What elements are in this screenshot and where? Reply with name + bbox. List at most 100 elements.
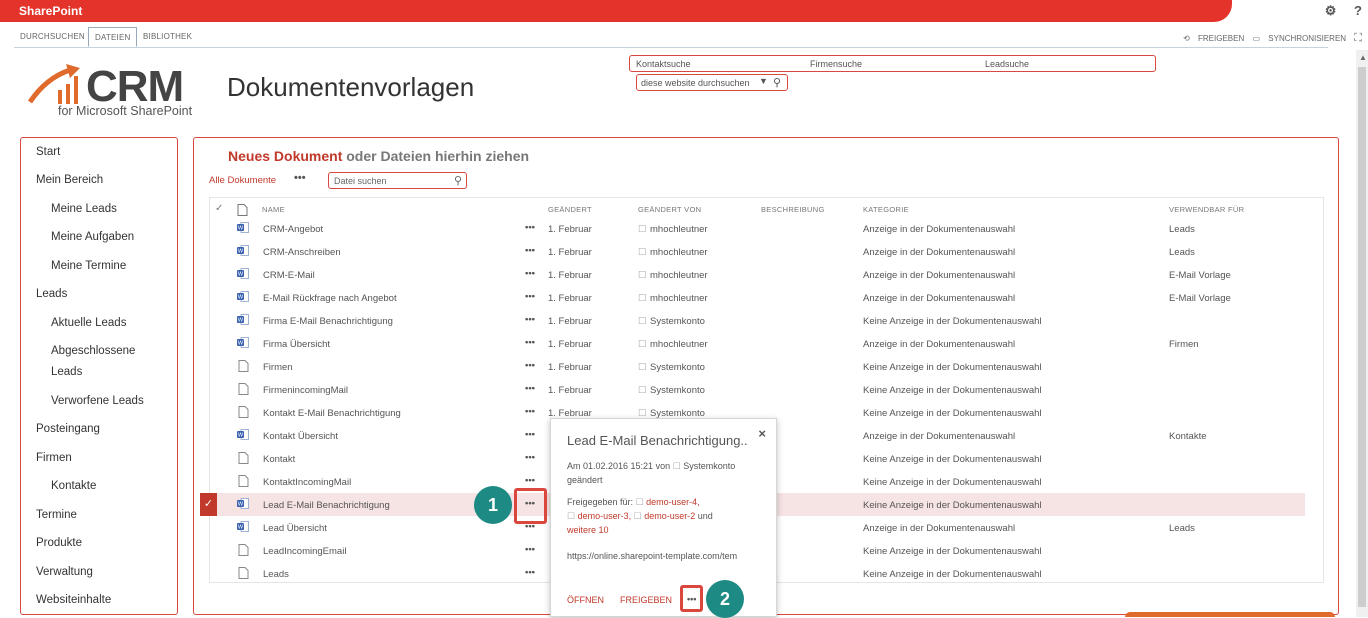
table-row[interactable]: W CRM-Angebot ••• 1. Februar ☐ mhochleutner An…	[210, 217, 1320, 240]
col-usable-for[interactable]: VERWENDBAR FÜR	[1169, 205, 1244, 214]
nav-firmen[interactable]: Firmen	[36, 448, 174, 469]
table-row[interactable]: FirmenincomingMail ••• 1. Februar ☐ Systemko…	[210, 378, 1320, 401]
row-menu-button[interactable]: •••	[525, 475, 535, 486]
nav-aktuelle-leads[interactable]: Aktuelle Leads	[51, 313, 189, 334]
gear-icon[interactable]: ⚙	[1325, 3, 1337, 18]
row-checkbox-checked[interactable]: ✓	[200, 493, 217, 516]
focus-icon[interactable]: ⛶	[1354, 32, 1362, 44]
row-menu-button[interactable]: •••	[525, 383, 535, 394]
file-search-input[interactable]: Datei suchen ⚲	[328, 172, 467, 189]
nav-abgeschlossene-leads[interactable]: Abgeschlossene Leads	[51, 341, 151, 382]
new-document-link[interactable]: Neues Dokument	[228, 148, 342, 164]
nav-termine[interactable]: Termine	[36, 505, 174, 526]
shared-user-3[interactable]: demo-user-3,	[578, 511, 632, 521]
row-menu-button[interactable]: •••	[525, 314, 535, 325]
row-name[interactable]: Firma E-Mail Benachrichtigung	[263, 316, 393, 327]
nav-produkte[interactable]: Produkte	[36, 533, 174, 554]
col-modified[interactable]: GEÄNDERT	[548, 205, 592, 214]
scroll-up-icon[interactable]: ▲	[1359, 53, 1367, 62]
view-more-button[interactable]: •••	[294, 172, 306, 184]
nav-posteingang[interactable]: Posteingang	[36, 419, 174, 440]
shared-user-4[interactable]: demo-user-4,	[646, 497, 700, 507]
contact-search[interactable]: Kontaktsuche	[636, 59, 691, 69]
tab-dateien[interactable]: DATEIEN	[88, 27, 138, 47]
col-category[interactable]: KATEGORIE	[863, 205, 909, 214]
lead-search[interactable]: Leadsuche	[985, 59, 1029, 69]
shared-user-2[interactable]: demo-user-2	[644, 511, 695, 521]
row-name[interactable]: Kontakt Übersicht	[263, 431, 338, 442]
select-all-checkbox[interactable]: ✓	[215, 203, 224, 214]
nav-leads[interactable]: Leads	[36, 284, 174, 305]
row-modified-by[interactable]: mhochleutner	[650, 247, 708, 258]
search-icon[interactable]: ⚲	[773, 76, 781, 89]
page-scrollbar[interactable]: ▲	[1356, 50, 1368, 617]
row-menu-button[interactable]: •••	[525, 406, 535, 417]
row-name[interactable]: Lead Übersicht	[263, 523, 327, 534]
row-name[interactable]: Firmen	[263, 362, 293, 373]
nav-kontakte[interactable]: Kontakte	[51, 476, 189, 497]
callout-url[interactable]: https://online.sharepoint-template.com/t…	[567, 549, 772, 563]
nav-verwaltung[interactable]: Verwaltung	[36, 562, 174, 583]
callout-share-button[interactable]: FREIGEBEN	[620, 595, 672, 605]
search-icon[interactable]: ⚲	[454, 174, 462, 187]
row-menu-button[interactable]: •••	[525, 452, 535, 463]
row-menu-button[interactable]: •••	[525, 245, 535, 256]
col-name[interactable]: NAME	[262, 205, 285, 214]
close-icon[interactable]: ×	[758, 426, 766, 441]
col-description[interactable]: BESCHREIBUNG	[761, 205, 825, 214]
crm-logo[interactable]: CRM for Microsoft SharePoint	[26, 62, 196, 122]
share-action[interactable]: FREIGEBEN	[1198, 34, 1244, 43]
crm-search-bar[interactable]: Kontaktsuche Firmensuche Leadsuche	[629, 55, 1156, 72]
sync-icon[interactable]: ▭	[1252, 34, 1260, 43]
row-name[interactable]: CRM-Anschreiben	[263, 247, 341, 258]
row-modified-by[interactable]: Systemkonto	[650, 385, 705, 396]
nav-meine-termine[interactable]: Meine Termine	[51, 256, 189, 277]
callout-open-button[interactable]: ÖFFNEN	[567, 595, 604, 605]
callout-user[interactable]: Systemkonto	[683, 461, 735, 471]
table-row[interactable]: Firmen ••• 1. Februar ☐ Systemkonto Keine Anz…	[210, 355, 1320, 378]
row-menu-button[interactable]: •••	[525, 429, 535, 440]
table-row[interactable]: W CRM-Anschreiben ••• 1. Februar ☐ mhochleutn…	[210, 240, 1320, 263]
row-name[interactable]: Kontakt E-Mail Benachrichtigung	[263, 408, 401, 419]
scrollbar-thumb[interactable]	[1358, 67, 1366, 607]
row-name[interactable]: Kontakt	[263, 454, 295, 465]
row-name[interactable]: FirmenincomingMail	[263, 385, 348, 396]
row-name[interactable]: LeadIncomingEmail	[263, 546, 346, 557]
site-search-input[interactable]: diese website durchsuchen ▼ ⚲	[636, 74, 788, 91]
row-modified-by[interactable]: Systemkonto	[650, 316, 705, 327]
help-icon[interactable]: ?	[1354, 3, 1362, 18]
table-row[interactable]: W Firma E-Mail Benachrichtigung ••• 1. Febr…	[210, 309, 1320, 332]
table-row[interactable]: W CRM-E-Mail ••• 1. Februar ☐ mhochleutner Anz…	[210, 263, 1320, 286]
row-name[interactable]: CRM-E-Mail	[263, 270, 315, 281]
nav-start[interactable]: Start	[36, 142, 174, 163]
row-name[interactable]: KontaktIncomingMail	[263, 477, 351, 488]
row-modified-by[interactable]: Systemkonto	[650, 362, 705, 373]
app-title[interactable]: SharePoint	[19, 4, 82, 18]
row-name[interactable]: Lead E-Mail Benachrichtigung	[263, 500, 390, 511]
row-modified-by[interactable]: mhochleutner	[650, 224, 708, 235]
chevron-down-icon[interactable]: ▼	[759, 76, 768, 86]
tab-durchsuchen[interactable]: DURCHSUCHEN	[14, 27, 91, 47]
nav-verworfene-leads[interactable]: Verworfene Leads	[51, 391, 189, 412]
row-name[interactable]: CRM-Angebot	[263, 224, 323, 235]
row-menu-button[interactable]: •••	[525, 360, 535, 371]
nav-websiteinhalte[interactable]: Websiteinhalte	[36, 590, 174, 611]
shared-more[interactable]: weitere 10	[567, 525, 609, 535]
nav-mein-bereich[interactable]: Mein Bereich	[36, 170, 174, 191]
table-row[interactable]: W E-Mail Rückfrage nach Angebot ••• 1. Febr…	[210, 286, 1320, 309]
company-search[interactable]: Firmensuche	[810, 59, 862, 69]
table-row[interactable]: W Firma Übersicht ••• 1. Februar ☐ mhochleutn…	[210, 332, 1320, 355]
row-modified-by[interactable]: mhochleutner	[650, 293, 708, 304]
row-modified-by[interactable]: mhochleutner	[650, 270, 708, 281]
row-menu-button[interactable]: •••	[525, 268, 535, 279]
row-name[interactable]: Firma Übersicht	[263, 339, 330, 350]
share-icon[interactable]: ⟲	[1183, 34, 1190, 43]
row-menu-button[interactable]: •••	[525, 567, 535, 578]
nav-meine-leads[interactable]: Meine Leads	[51, 199, 189, 220]
row-menu-button[interactable]: •••	[525, 337, 535, 348]
col-modified-by[interactable]: GEÄNDERT VON	[638, 205, 701, 214]
row-name[interactable]: E-Mail Rückfrage nach Angebot	[263, 293, 397, 304]
view-all-documents[interactable]: Alle Dokumente	[209, 175, 276, 186]
row-menu-button[interactable]: •••	[525, 291, 535, 302]
row-menu-button[interactable]: •••	[525, 544, 535, 555]
